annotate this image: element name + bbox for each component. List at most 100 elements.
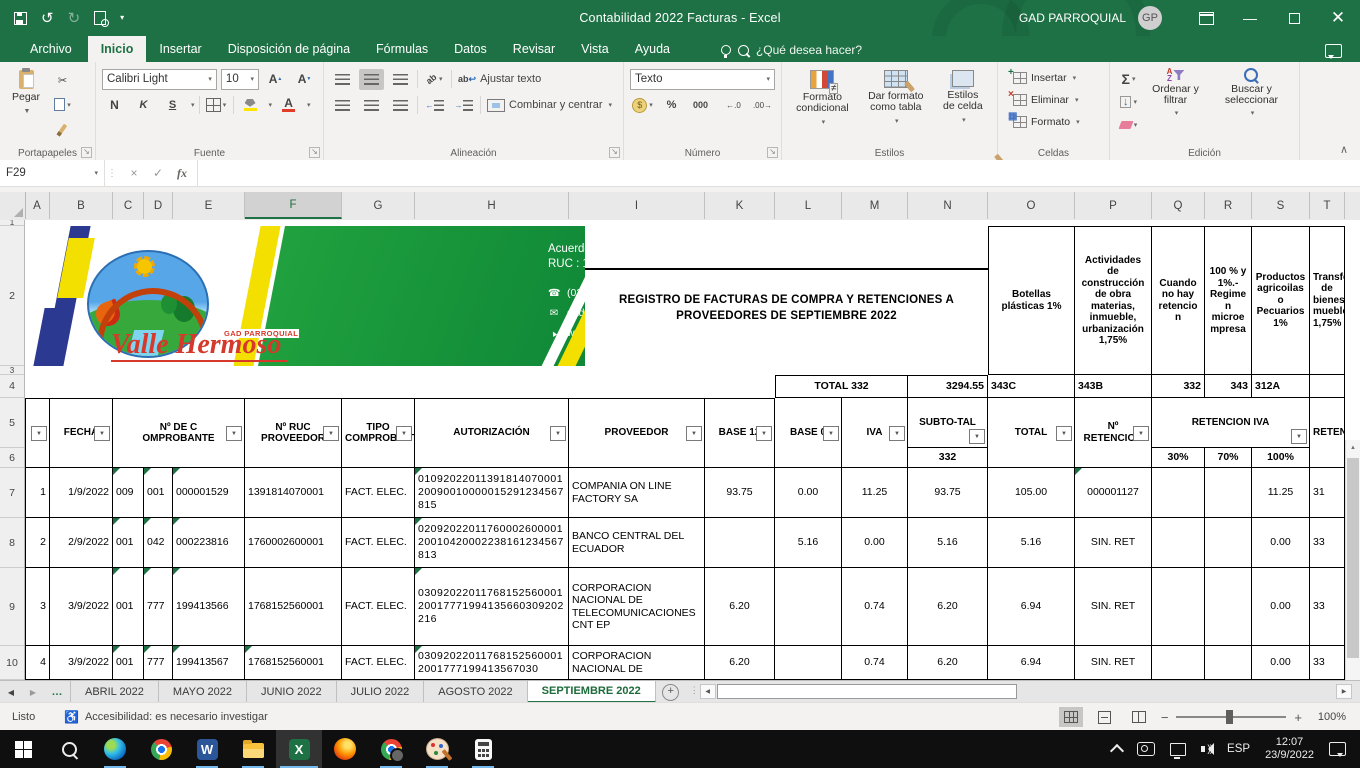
format-as-table-button[interactable]: Dar formato como tabla▾ [857, 66, 935, 132]
font-color-dropdown[interactable]: ▾ [307, 101, 311, 109]
cell-L7[interactable]: 0.00 [775, 468, 842, 518]
column-header-T[interactable]: T [1310, 192, 1345, 219]
cell-L10[interactable] [775, 646, 842, 680]
ribbon-tab-insertar[interactable]: Insertar [146, 36, 214, 62]
fill-color-icon[interactable] [238, 95, 263, 116]
undo-icon[interactable]: ↺ [41, 11, 54, 26]
align-middle-icon[interactable] [359, 69, 384, 90]
row-header-3[interactable]: 3 [0, 366, 24, 375]
save-icon[interactable] [14, 12, 27, 25]
column-header-I[interactable]: I [569, 192, 705, 219]
cell-styles-button[interactable]: Estilos de celda▾ [935, 66, 991, 132]
horizontal-scrollbar[interactable]: ⋮ ◀ ▶ [700, 684, 1352, 700]
align-top-icon[interactable] [330, 69, 355, 90]
comments-icon[interactable] [1325, 44, 1342, 58]
taskbar-start[interactable] [0, 730, 46, 768]
close-button[interactable]: ✕ [1316, 0, 1360, 36]
taskbar-word[interactable] [184, 730, 230, 768]
conditional-formatting-button[interactable]: Formato condicional▾ [788, 66, 857, 132]
font-color-icon[interactable]: A [276, 95, 301, 116]
wrap-text-button[interactable]: ab↩Ajustar texto [456, 69, 543, 90]
filter-button[interactable]: ▼ [823, 426, 839, 441]
cell-N9[interactable]: 6.20 [908, 568, 988, 646]
column-header-F[interactable]: F [245, 192, 342, 219]
cell-G10[interactable]: FACT. ELEC. [342, 646, 415, 680]
fill-icon[interactable]: ↓▾ [1116, 91, 1141, 112]
cell-C9[interactable]: 001 [113, 568, 144, 646]
taskbar-chrome[interactable] [138, 730, 184, 768]
cell-N10[interactable]: 6.20 [908, 646, 988, 680]
collapse-ribbon-icon[interactable]: ∧ [1340, 143, 1348, 156]
cell-L8[interactable]: 5.16 [775, 518, 842, 568]
action-center-icon[interactable] [1329, 742, 1346, 756]
cell-E9[interactable]: 199413566 [173, 568, 245, 646]
taskbar-calculator[interactable] [460, 730, 506, 768]
borders-icon[interactable]: ▾ [204, 95, 229, 116]
cell-B10[interactable]: 3/9/2022 [50, 646, 113, 680]
cell-N5[interactable]: SUBTO-TAL▼ [908, 398, 988, 448]
clear-icon[interactable]: ▾ [1116, 114, 1141, 135]
cell-M5[interactable]: IVA▼ [842, 398, 908, 468]
cell-R8[interactable] [1205, 518, 1252, 568]
cell-L4[interactable]: TOTAL 332 [775, 375, 908, 398]
cell-T4[interactable] [1310, 375, 1345, 398]
filter-button[interactable]: ▼ [756, 426, 772, 441]
cell-F10[interactable]: 1768152560001 [245, 646, 342, 680]
taskbar-firefox[interactable] [322, 730, 368, 768]
ribbon-tab-archivo[interactable]: Archivo [14, 36, 88, 62]
align-right-icon[interactable] [388, 95, 413, 116]
cell-H9[interactable]: 0309202201176815256000120017771994135660… [415, 568, 569, 646]
autosum-icon[interactable]: Σ▾ [1116, 68, 1141, 89]
taskbar-file-explorer[interactable] [230, 730, 276, 768]
cell-P5[interactable]: Nº RETENCION▼ [1075, 398, 1152, 468]
cell-T7[interactable]: 31 [1310, 468, 1345, 518]
cell-O5[interactable]: TOTAL▼ [988, 398, 1075, 468]
ribbon-tab-inicio[interactable]: Inicio [88, 36, 147, 62]
cell-Q10[interactable] [1152, 646, 1205, 680]
volume-icon[interactable] [1201, 743, 1217, 755]
scroll-right-icon[interactable]: ▶ [1336, 684, 1352, 699]
cell-O9[interactable]: 6.94 [988, 568, 1075, 646]
row-header-5[interactable]: 5 [0, 398, 24, 448]
filter-button[interactable]: ▼ [1133, 426, 1149, 441]
row-header-6[interactable]: 6 [0, 448, 24, 468]
merge-center-button[interactable]: Combinar y centrar▾ [485, 95, 614, 116]
cell-N4[interactable]: 3294.55 [908, 375, 988, 398]
cell-F7[interactable]: 1391814070001 [245, 468, 342, 518]
decrease-indent-icon[interactable]: ← [422, 95, 447, 116]
hidden-icons-chevron[interactable] [1110, 744, 1124, 758]
column-header-N[interactable]: N [908, 192, 988, 219]
cell-S4[interactable]: 312A [1252, 375, 1310, 398]
page-layout-view-icon[interactable] [1093, 707, 1117, 727]
shrink-font-icon[interactable]: A▼ [292, 69, 317, 90]
filter-button[interactable]: ▼ [323, 426, 339, 441]
cell-K5[interactable]: BASE 12▼ [705, 398, 775, 468]
underline-dropdown[interactable]: ▾ [191, 101, 195, 109]
cell-O8[interactable]: 5.16 [988, 518, 1075, 568]
cell-E10[interactable]: 199413567 [173, 646, 245, 680]
cell-B5[interactable]: FECHA▼ [50, 398, 113, 468]
cell-K8[interactable] [705, 518, 775, 568]
minimize-button[interactable]: — [1228, 0, 1272, 36]
cell-Q6[interactable]: 30% [1152, 448, 1205, 468]
filter-button[interactable]: ▼ [31, 426, 47, 441]
cell-S2[interactable]: Productos agricoilas o Pecuarios 1% [1252, 226, 1310, 375]
number-dialog-launcher[interactable]: ↘ [767, 147, 778, 158]
column-header-C[interactable]: C [113, 192, 144, 219]
orientation-icon[interactable]: ab▾ [422, 69, 447, 90]
column-header-R[interactable]: R [1205, 192, 1252, 219]
sheet-nav-right-icon[interactable]: ▶ [22, 681, 44, 703]
cell-G8[interactable]: FACT. ELEC. [342, 518, 415, 568]
cell-T5[interactable]: RETENCION [1310, 398, 1345, 468]
cell-C5[interactable]: Nº DE C OMPROBANTE▼ [113, 398, 245, 468]
cell-Q2[interactable]: Cuando no hay retencio n [1152, 226, 1205, 375]
cell-P9[interactable]: SIN. RET [1075, 568, 1152, 646]
column-header-S[interactable]: S [1252, 192, 1310, 219]
column-header-E[interactable]: E [173, 192, 245, 219]
cell-Q4[interactable]: 332 [1152, 375, 1205, 398]
filter-button[interactable]: ▼ [969, 429, 985, 444]
cell-S8[interactable]: 0.00 [1252, 518, 1310, 568]
align-left-icon[interactable] [330, 95, 355, 116]
sheet-tab-overflow[interactable]: … [44, 681, 71, 703]
screen-cast-icon[interactable] [1137, 742, 1155, 756]
